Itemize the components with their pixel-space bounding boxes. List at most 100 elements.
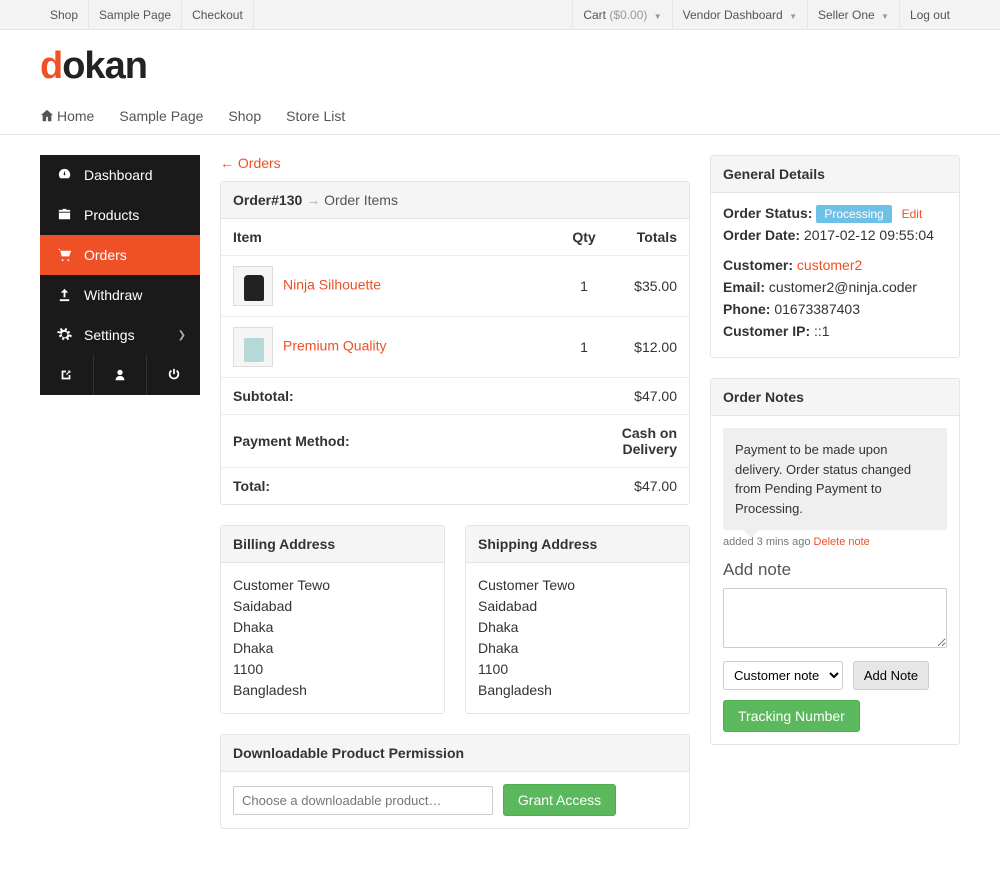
nav-sample-page[interactable]: Sample Page bbox=[119, 108, 203, 124]
sidebar-label: Settings bbox=[84, 327, 135, 343]
grant-access-button[interactable]: Grant Access bbox=[503, 784, 616, 816]
nav-home[interactable]: Home bbox=[40, 108, 94, 124]
general-title: General Details bbox=[711, 156, 959, 193]
payment-row: Payment Method: Cash on Delivery bbox=[221, 415, 689, 468]
product-link[interactable]: Ninja Silhouette bbox=[283, 277, 381, 293]
status-badge: Processing bbox=[816, 205, 891, 223]
items-table: Item Qty Totals Ninja Silhouette 1 $35.0… bbox=[221, 219, 689, 504]
tracking-number-button[interactable]: Tracking Number bbox=[723, 700, 860, 732]
chevron-right-icon: ❯ bbox=[178, 330, 186, 341]
order-number: Order#130 bbox=[233, 192, 302, 208]
addr-line: Dhaka bbox=[478, 617, 677, 638]
caret-down-icon: ▼ bbox=[789, 12, 797, 21]
shipping-panel: Shipping Address Customer Tewo Saidabad … bbox=[465, 525, 690, 714]
sidebar-label: Orders bbox=[84, 247, 127, 263]
addr-line: Customer Tewo bbox=[233, 575, 432, 596]
logo-d: d bbox=[40, 45, 62, 87]
product-link[interactable]: Premium Quality bbox=[283, 338, 386, 354]
downloadable-title: Downloadable Product Permission bbox=[221, 735, 689, 772]
email-label: Email: bbox=[723, 279, 765, 295]
sidebar-label: Withdraw bbox=[84, 287, 142, 303]
addr-line: Saidabad bbox=[478, 596, 677, 617]
downloadable-product-input[interactable] bbox=[233, 786, 493, 815]
payment-value: Cash on Delivery bbox=[559, 415, 689, 468]
caret-down-icon: ▼ bbox=[654, 12, 662, 21]
arrow-right-icon: → bbox=[306, 192, 324, 208]
product-thumb bbox=[233, 266, 273, 306]
addr-line: 1100 bbox=[233, 659, 432, 680]
profile-button[interactable] bbox=[94, 355, 148, 395]
topbar-seller[interactable]: Seller One ▼ bbox=[807, 0, 899, 29]
power-button[interactable] bbox=[147, 355, 200, 395]
customer-label: Customer: bbox=[723, 257, 793, 273]
total-label: Total: bbox=[221, 468, 609, 505]
col-item: Item bbox=[221, 219, 559, 256]
addr-line: Dhaka bbox=[233, 617, 432, 638]
item-row: Ninja Silhouette 1 $35.00 bbox=[221, 256, 689, 317]
back-to-orders-link[interactable]: ← Orders bbox=[220, 155, 281, 171]
downloadable-panel: Downloadable Product Permission Grant Ac… bbox=[220, 734, 690, 829]
item-qty: 1 bbox=[559, 256, 609, 317]
email-value: customer2@ninja.coder bbox=[769, 279, 917, 295]
sidebar-item-dashboard[interactable]: Dashboard bbox=[40, 155, 200, 195]
addr-line: Bangladesh bbox=[233, 680, 432, 701]
sidebar-label: Dashboard bbox=[84, 167, 153, 183]
edit-status-link[interactable]: Edit bbox=[902, 207, 923, 221]
upload-icon bbox=[54, 287, 74, 303]
subtotal-label: Subtotal: bbox=[221, 378, 609, 415]
topbar-vendor-dashboard[interactable]: Vendor Dashboard ▼ bbox=[672, 0, 807, 29]
gear-icon bbox=[54, 327, 74, 343]
order-subtitle: Order Items bbox=[324, 192, 398, 208]
customer-link[interactable]: customer2 bbox=[797, 257, 862, 273]
total-row: Total: $47.00 bbox=[221, 468, 689, 505]
shipping-title: Shipping Address bbox=[466, 526, 689, 563]
product-thumb bbox=[233, 327, 273, 367]
sidebar-item-settings[interactable]: Settings ❯ bbox=[40, 315, 200, 355]
total-value: $47.00 bbox=[609, 468, 689, 505]
addr-line: Saidabad bbox=[233, 596, 432, 617]
nav-store-list[interactable]: Store List bbox=[286, 108, 345, 124]
briefcase-icon bbox=[54, 207, 74, 223]
sidebar-item-products[interactable]: Products bbox=[40, 195, 200, 235]
note-timestamp: added 3 mins ago bbox=[723, 536, 810, 548]
external-link-button[interactable] bbox=[40, 355, 94, 395]
sidebar-item-withdraw[interactable]: Withdraw bbox=[40, 275, 200, 315]
add-note-button[interactable]: Add Note bbox=[853, 661, 929, 690]
logo-rest: okan bbox=[62, 45, 147, 87]
note-textarea[interactable] bbox=[723, 588, 947, 648]
col-qty: Qty bbox=[559, 219, 609, 256]
topbar-logout[interactable]: Log out bbox=[899, 0, 960, 29]
sidebar-item-orders[interactable]: Orders bbox=[40, 235, 200, 275]
addr-line: Dhaka bbox=[478, 638, 677, 659]
vendor-dash-label: Vendor Dashboard bbox=[683, 8, 783, 22]
payment-label: Payment Method: bbox=[221, 415, 559, 468]
item-row: Premium Quality 1 $12.00 bbox=[221, 317, 689, 378]
arrow-left-icon: ← bbox=[220, 155, 234, 171]
item-qty: 1 bbox=[559, 317, 609, 378]
date-value: 2017-02-12 09:55:04 bbox=[804, 227, 934, 243]
phone-label: Phone: bbox=[723, 301, 770, 317]
topbar-shop[interactable]: Shop bbox=[40, 0, 89, 29]
order-items-header: Order#130 → Order Items bbox=[221, 182, 689, 219]
nav-shop[interactable]: Shop bbox=[228, 108, 261, 124]
col-totals: Totals bbox=[609, 219, 689, 256]
order-notes-panel: Order Notes Payment to be made upon deli… bbox=[710, 378, 960, 745]
logo[interactable]: dokan bbox=[40, 45, 960, 88]
seller-label: Seller One bbox=[818, 8, 875, 22]
dashboard-icon bbox=[54, 167, 74, 183]
back-label: Orders bbox=[238, 155, 281, 171]
billing-panel: Billing Address Customer Tewo Saidabad D… bbox=[220, 525, 445, 714]
topbar-cart[interactable]: Cart ($0.00) ▼ bbox=[572, 0, 671, 29]
topbar-checkout[interactable]: Checkout bbox=[182, 0, 254, 29]
order-status-line: Order Status: Processing Edit bbox=[723, 205, 947, 221]
home-icon bbox=[40, 108, 54, 124]
subtotal-value: $47.00 bbox=[609, 378, 689, 415]
note-type-select[interactable]: Customer note bbox=[723, 661, 843, 690]
cart-icon bbox=[54, 247, 74, 263]
topbar: Shop Sample Page Checkout Cart ($0.00) ▼… bbox=[0, 0, 1000, 30]
delete-note-link[interactable]: Delete note bbox=[814, 536, 870, 548]
date-label: Order Date: bbox=[723, 227, 800, 243]
main-nav: Home Sample Page Shop Store List bbox=[0, 98, 1000, 135]
cart-label: Cart bbox=[583, 8, 606, 22]
topbar-sample-page[interactable]: Sample Page bbox=[89, 0, 182, 29]
